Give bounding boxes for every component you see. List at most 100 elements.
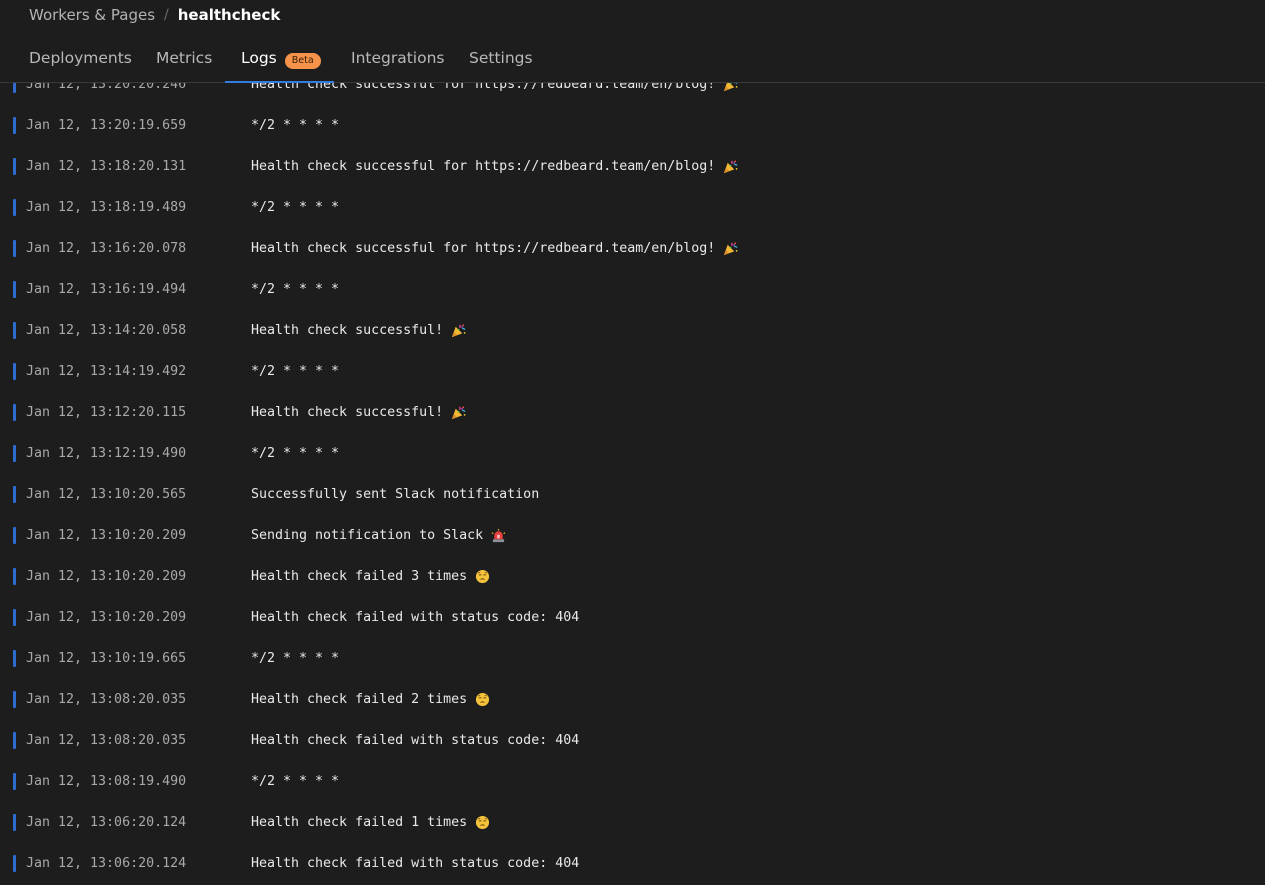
log-message: Health check failed with status code: 40…: [251, 732, 579, 749]
tab-integrations[interactable]: Integrations: [351, 47, 444, 83]
log-row[interactable]: Jan 12, 13:08:19.490 */2 * * * *: [0, 763, 1265, 804]
log-timestamp: Jan 12, 13:14:19.492: [26, 364, 187, 379]
log-message: Health check failed with status code: 40…: [251, 855, 579, 872]
log-message-text: */2 * * * *: [251, 651, 340, 666]
log-message: Health check successful for https://redb…: [251, 240, 738, 257]
log-timestamp: Jan 12, 13:20:19.659: [26, 118, 187, 133]
log-message: Health check failed 2 times: [251, 691, 490, 708]
log-timestamp: Jan 12, 13:10:20.209: [26, 528, 187, 543]
log-message-text: Health check failed with status code: 40…: [251, 610, 580, 625]
party-popper-icon: [723, 83, 738, 92]
log-level-bar: [13, 117, 16, 134]
worried-face-icon: [475, 815, 490, 830]
tab-settings[interactable]: Settings: [469, 47, 533, 83]
log-row[interactable]: Jan 12, 13:08:20.035 Health check failed…: [0, 722, 1265, 763]
police-light-icon: [491, 528, 506, 543]
log-timestamp: Jan 12, 13:10:20.209: [26, 610, 187, 625]
party-popper-icon: [723, 241, 738, 256]
tab-label: Settings: [469, 49, 533, 67]
log-row[interactable]: Jan 12, 13:10:20.209 Sending notificatio…: [0, 517, 1265, 558]
tab-label: Metrics: [156, 49, 213, 67]
breadcrumb-workers-pages[interactable]: Workers & Pages: [29, 6, 155, 24]
log-row[interactable]: Jan 12, 13:20:20.246 Health check succes…: [0, 83, 1265, 107]
log-row[interactable]: Jan 12, 13:14:19.492 */2 * * * *: [0, 353, 1265, 394]
log-list: Jan 12, 13:20:20.246 Health check succes…: [0, 83, 1265, 885]
log-message-text: Sending notification to Slack: [251, 528, 484, 543]
log-level-bar: [13, 199, 16, 216]
log-stream[interactable]: Jan 12, 13:20:20.246 Health check succes…: [0, 83, 1265, 885]
log-message: */2 * * * *: [251, 773, 339, 790]
log-row[interactable]: Jan 12, 13:16:19.494 */2 * * * *: [0, 271, 1265, 312]
log-level-bar: [13, 445, 16, 462]
log-level-bar: [13, 691, 16, 708]
party-popper-icon: [451, 405, 466, 420]
log-message-text: Health check failed with status code: 40…: [251, 733, 580, 748]
log-timestamp: Jan 12, 13:10:19.665: [26, 651, 187, 666]
tab-label: Integrations: [351, 49, 445, 67]
log-timestamp: Jan 12, 13:08:19.490: [26, 774, 187, 789]
breadcrumb: Workers & Pages / healthcheck: [29, 5, 280, 25]
log-message-text: Health check failed 1 times: [251, 815, 468, 830]
page-header: Workers & Pages / healthcheck Deployment…: [0, 0, 1265, 83]
log-row[interactable]: Jan 12, 13:20:19.659 */2 * * * *: [0, 107, 1265, 148]
log-message: Sending notification to Slack: [251, 527, 506, 544]
tab-bar: Deployments Metrics Logs Beta Integratio…: [0, 47, 1265, 83]
log-level-bar: [13, 773, 16, 790]
log-level-bar: [13, 650, 16, 667]
log-message: Successfully sent Slack notification: [251, 486, 539, 503]
log-message: Health check successful!: [251, 404, 466, 421]
log-message-text: */2 * * * *: [251, 200, 340, 215]
worried-face-icon: [475, 692, 490, 707]
log-level-bar: [13, 322, 16, 339]
log-row[interactable]: Jan 12, 13:10:20.209 Health check failed…: [0, 558, 1265, 599]
log-row[interactable]: Jan 12, 13:12:20.115 Health check succes…: [0, 394, 1265, 435]
log-message-text: Health check successful!: [251, 405, 444, 420]
log-message-text: Health check failed 3 times: [251, 569, 468, 584]
log-message-text: Health check successful for https://redb…: [251, 83, 716, 92]
log-level-bar: [13, 527, 16, 544]
log-timestamp: Jan 12, 13:14:20.058: [26, 323, 187, 338]
log-row[interactable]: Jan 12, 13:10:19.665 */2 * * * *: [0, 640, 1265, 681]
log-message: Health check failed 3 times: [251, 568, 490, 585]
beta-badge: Beta: [284, 53, 321, 69]
log-level-bar: [13, 568, 16, 585]
log-timestamp: Jan 12, 13:16:20.078: [26, 241, 187, 256]
tab-metrics[interactable]: Metrics: [156, 47, 212, 83]
log-row[interactable]: Jan 12, 13:18:19.489 */2 * * * *: [0, 189, 1265, 230]
log-message: Health check successful for https://redb…: [251, 158, 738, 175]
log-message-text: */2 * * * *: [251, 774, 340, 789]
log-row[interactable]: Jan 12, 13:14:20.058 Health check succes…: [0, 312, 1265, 353]
log-level-bar: [13, 240, 16, 257]
log-message: Health check successful for https://redb…: [251, 83, 738, 93]
log-row[interactable]: Jan 12, 13:08:20.035 Health check failed…: [0, 681, 1265, 722]
log-level-bar: [13, 281, 16, 298]
log-timestamp: Jan 12, 13:16:19.494: [26, 282, 187, 297]
tab-label: Deployments: [29, 49, 132, 67]
log-timestamp: Jan 12, 13:12:20.115: [26, 405, 187, 420]
tab-deployments[interactable]: Deployments: [29, 47, 132, 83]
log-row[interactable]: Jan 12, 13:10:20.565 Successfully sent S…: [0, 476, 1265, 517]
log-message-text: Health check successful!: [251, 323, 444, 338]
log-row[interactable]: Jan 12, 13:06:20.124 Health check failed…: [0, 845, 1265, 885]
log-message: */2 * * * *: [251, 199, 339, 216]
log-level-bar: [13, 83, 16, 93]
log-timestamp: Jan 12, 13:10:20.209: [26, 569, 187, 584]
log-row[interactable]: Jan 12, 13:12:19.490 */2 * * * *: [0, 435, 1265, 476]
log-timestamp: Jan 12, 13:06:20.124: [26, 856, 187, 871]
log-message: Health check successful!: [251, 322, 466, 339]
breadcrumb-separator: /: [164, 7, 169, 23]
log-timestamp: Jan 12, 13:10:20.565: [26, 487, 187, 502]
tab-logs[interactable]: Logs Beta: [241, 47, 321, 83]
log-level-bar: [13, 732, 16, 749]
log-message: */2 * * * *: [251, 117, 339, 134]
log-row[interactable]: Jan 12, 13:16:20.078 Health check succes…: [0, 230, 1265, 271]
log-message-text: Health check successful for https://redb…: [251, 241, 716, 256]
log-message: */2 * * * *: [251, 281, 339, 298]
log-timestamp: Jan 12, 13:12:19.490: [26, 446, 187, 461]
log-level-bar: [13, 609, 16, 626]
log-row[interactable]: Jan 12, 13:18:20.131 Health check succes…: [0, 148, 1265, 189]
log-message: */2 * * * *: [251, 445, 339, 462]
log-row[interactable]: Jan 12, 13:06:20.124 Health check failed…: [0, 804, 1265, 845]
log-row[interactable]: Jan 12, 13:10:20.209 Health check failed…: [0, 599, 1265, 640]
log-level-bar: [13, 363, 16, 380]
